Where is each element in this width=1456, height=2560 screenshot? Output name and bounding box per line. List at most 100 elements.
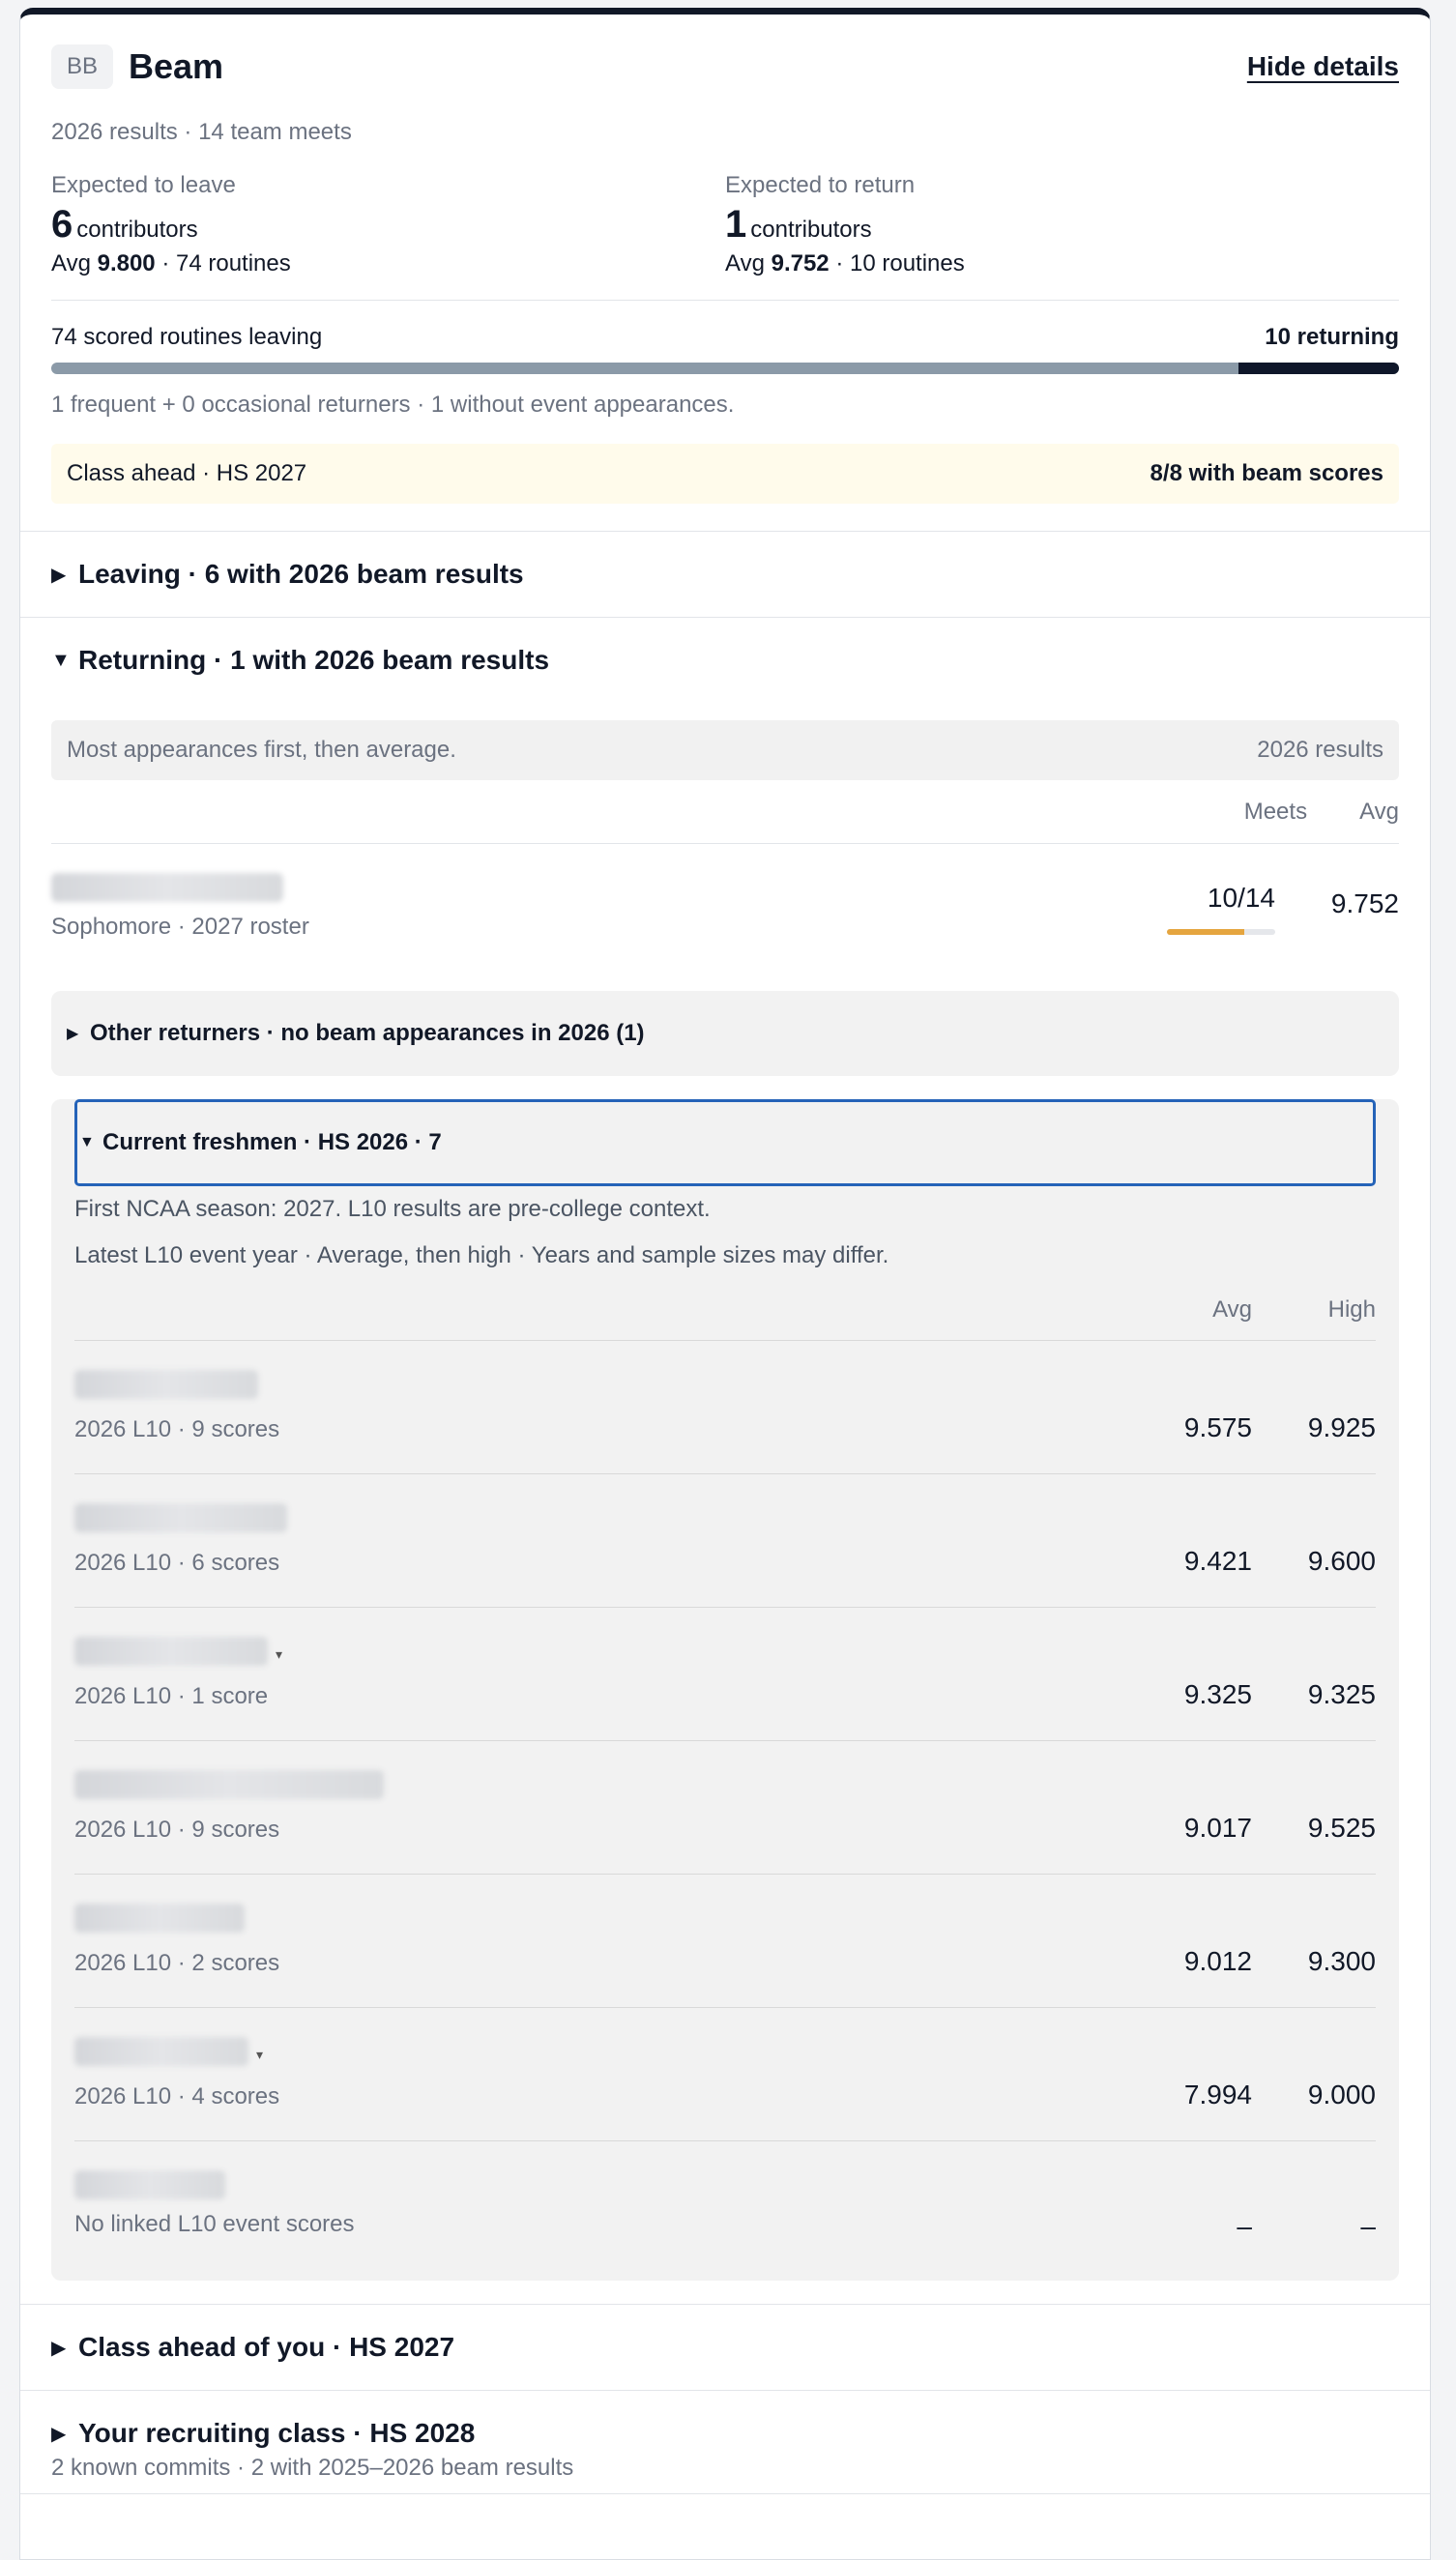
leave-count-line: 6 contributors	[51, 202, 725, 247]
freshman-high: 9.600	[1307, 1546, 1376, 1576]
leave-count: 6	[51, 203, 73, 246]
freshman-row[interactable]: 2026 L10 · 9 scores 9.575 9.925	[74, 1341, 1376, 1474]
return-label: Expected to return	[725, 172, 916, 198]
leaving-section-label: Leaving · 6 with 2026 beam results	[78, 559, 524, 589]
freshman-sub: 2026 L10 · 4 scores	[74, 2083, 280, 2109]
leave-avg: 9.800	[97, 250, 156, 276]
freshman-high: –	[1360, 2211, 1376, 2241]
leaving-section-toggle[interactable]: ▶ Leaving · 6 with 2026 beam results	[20, 532, 1430, 617]
freshman-high: 9.000	[1307, 2080, 1376, 2109]
results-year-label: 2026 results	[1257, 737, 1383, 763]
dropdown-caret-icon[interactable]: ▾	[276, 1646, 282, 1663]
freshman-avg: 7.994	[1183, 2080, 1252, 2109]
returner-avg: 9.752	[1330, 888, 1399, 918]
freshman-high: 9.925	[1307, 1412, 1376, 1442]
event-subtitle: 2026 results · 14 team meets	[51, 119, 352, 145]
stats-row: Expected to leave 6 contributors Avg 9.80…	[51, 169, 1399, 301]
freshman-row[interactable]: 2026 L10 · 9 scores 9.017 9.525	[74, 1741, 1376, 1875]
col-avg: Avg	[1359, 798, 1399, 825]
freshmen-toggle[interactable]: ▼ Current freshmen · HS 2026 · 7	[74, 1099, 1376, 1186]
return-avg-prefix: Avg	[725, 250, 765, 276]
returner-sub: Sophomore · 2027 roster	[51, 914, 309, 940]
sort-note: Most appearances first, then average.	[67, 737, 456, 763]
routines-bar-labels: 74 scored routines leaving 10 returning	[51, 301, 1399, 363]
class-ahead-section-toggle[interactable]: ▶ Class ahead of you · HS 2027	[20, 2305, 1430, 2390]
freshmen-note-2: Latest L10 event year · Average, then hi…	[74, 1242, 889, 1268]
return-count-line: 1 contributors	[725, 202, 1399, 247]
freshman-avg: 9.017	[1183, 1813, 1252, 1843]
freshman-row[interactable]: 2026 L10 · 6 scores 9.421 9.600	[74, 1474, 1376, 1608]
freshmen-column-headers: Avg High	[74, 1279, 1376, 1341]
returner-row[interactable]: Sophomore · 2027 roster 10/14 9.752	[51, 844, 1399, 991]
divider	[20, 2493, 1430, 2494]
athlete-name-redacted	[74, 1370, 258, 1399]
class-ahead-label: Class ahead · HS 2027	[67, 460, 307, 486]
returning-section-label: Returning · 1 with 2026 beam results	[78, 645, 550, 675]
freshman-avg: –	[1237, 2211, 1252, 2241]
athlete-name-redacted	[74, 1904, 245, 1933]
athlete-name-redacted	[51, 873, 283, 902]
freshman-avg: 9.575	[1183, 1412, 1252, 1442]
hide-details-link[interactable]: Hide details	[1247, 51, 1399, 82]
freshman-row[interactable]: No linked L10 event scores – –	[74, 2141, 1376, 2259]
freshman-avg: 9.421	[1183, 1546, 1252, 1576]
athlete-name-redacted	[74, 2170, 225, 2199]
freshman-high: 9.325	[1307, 1679, 1376, 1709]
card-header: BB Beam Hide details	[20, 15, 1430, 119]
freshman-row[interactable]: ▾ 2026 L10 · 4 scores 7.994 9.000	[74, 2008, 1376, 2141]
returner-meets: 10/14	[1207, 883, 1275, 913]
expanded-arrow-icon: ▼	[51, 649, 71, 671]
leave-avg-line: Avg 9.800 · 74 routines	[51, 247, 725, 281]
return-unit: contributors	[750, 217, 872, 243]
event-title: Beam	[129, 46, 224, 86]
freshman-row[interactable]: ▾ 2026 L10 · 1 score 9.325 9.325	[74, 1608, 1376, 1741]
leave-routines: · 74 routines	[161, 250, 291, 276]
collapsed-arrow-icon: ▶	[67, 1026, 79, 1042]
col-meets: Meets	[1243, 798, 1308, 825]
routines-bar-returning-fill	[1238, 363, 1399, 374]
returners-note: 1 frequent + 0 occasional returners · 1 …	[51, 392, 735, 418]
class-ahead-box: Class ahead · HS 2027 8/8 with beam scor…	[51, 444, 1399, 504]
freshman-sub: No linked L10 event scores	[74, 2211, 355, 2237]
dropdown-caret-icon[interactable]: ▾	[256, 2047, 263, 2063]
freshman-sub: 2026 L10 · 9 scores	[74, 1416, 280, 1442]
freshmen-label: Current freshmen · HS 2026 · 7	[102, 1129, 442, 1155]
meets-meter-fill	[1167, 929, 1244, 935]
return-avg-line: Avg 9.752 · 10 routines	[725, 247, 1399, 281]
return-stat: Expected to return 1 contributors Avg 9.7…	[725, 169, 1399, 300]
collapsed-arrow-icon: ▶	[51, 564, 67, 586]
event-badge: BB	[51, 44, 113, 89]
beam-card: BB Beam Hide details 2026 results · 14 t…	[19, 8, 1431, 2560]
freshman-avg: 9.012	[1183, 1946, 1252, 1976]
leave-label: Expected to leave	[51, 172, 236, 198]
other-returners-box: ▶ Other returners · no beam appearances …	[51, 991, 1399, 1076]
returning-section-toggle[interactable]: ▼ Returning · 1 with 2026 beam results	[20, 618, 1430, 703]
freshman-high: 9.525	[1307, 1813, 1376, 1843]
freshman-sub: 2026 L10 · 9 scores	[74, 1817, 280, 1843]
freshman-sub: 2026 L10 · 1 score	[74, 1683, 269, 1709]
freshman-avg: 9.325	[1183, 1679, 1252, 1709]
athlete-name-redacted	[74, 1637, 268, 1666]
leave-unit: contributors	[76, 217, 198, 243]
freshman-row[interactable]: 2026 L10 · 2 scores 9.012 9.300	[74, 1875, 1376, 2008]
class-ahead-scores: 8/8 with beam scores	[1150, 460, 1383, 486]
other-returners-label: Other returners · no beam appearances in…	[90, 1020, 645, 1046]
routines-returning-label: 10 returning	[1265, 324, 1399, 350]
recruiting-section-sub: 2 known commits · 2 with 2025–2026 beam …	[51, 2455, 574, 2481]
header-left: BB Beam	[51, 44, 223, 89]
col-high: High	[1327, 1295, 1376, 1323]
freshmen-note-1: First NCAA season: 2027. L10 results are…	[74, 1196, 711, 1222]
freshmen-box: ▼ Current freshmen · HS 2026 · 7 First N…	[51, 1099, 1399, 2281]
return-routines: · 10 routines	[835, 250, 965, 276]
meets-meter	[1167, 929, 1275, 935]
collapsed-arrow-icon: ▶	[51, 2337, 67, 2359]
athlete-name-redacted	[74, 1770, 384, 1799]
freshman-high: 9.300	[1307, 1946, 1376, 1976]
athlete-name-redacted	[74, 2037, 248, 2066]
col-avg: Avg	[1212, 1295, 1252, 1323]
returning-sort-bar: Most appearances first, then average. 20…	[51, 720, 1399, 780]
other-returners-toggle[interactable]: ▶ Other returners · no beam appearances …	[51, 991, 1399, 1076]
athlete-name-redacted	[74, 1503, 287, 1532]
leave-stat: Expected to leave 6 contributors Avg 9.80…	[51, 169, 725, 300]
returning-column-headers: Meets Avg	[51, 780, 1399, 844]
